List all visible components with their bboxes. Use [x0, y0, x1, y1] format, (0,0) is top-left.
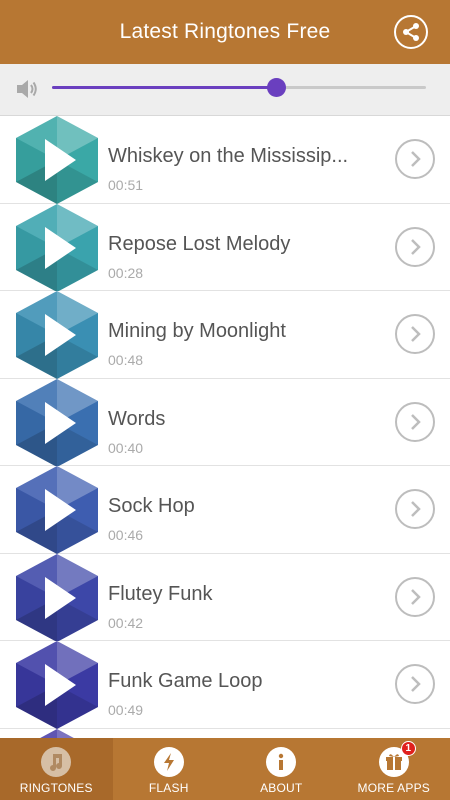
ringtone-row[interactable]: Repose Lost Melody 00:28: [0, 202, 450, 294]
play-icon[interactable]: [12, 116, 102, 206]
chevron-right-button[interactable]: [395, 139, 435, 179]
play-icon[interactable]: [12, 464, 102, 556]
ringtone-duration: 00:40: [108, 439, 144, 456]
ringtone-title: Whiskey on the Mississip...: [108, 145, 349, 167]
ringtone-title: Flutey Funk: [108, 582, 213, 605]
chevron-right-button[interactable]: [395, 664, 435, 704]
volume-slider-thumb[interactable]: [267, 78, 287, 97]
play-icon[interactable]: [12, 289, 102, 381]
chevron-right-icon: [411, 413, 421, 430]
chevron-right-icon: [411, 676, 421, 692]
volume-bar: [0, 64, 450, 116]
ringtone-row[interactable]: Whiskey on the Mississip... 00:51: [0, 116, 450, 204]
volume-slider[interactable]: [52, 78, 426, 97]
ringtone-row[interactable]: Flutey Funk 00:42: [0, 552, 450, 644]
chevron-right-icon: [411, 588, 421, 605]
nav-label-about: ABOUT: [260, 781, 303, 795]
ringtone-title: Repose Lost Melody: [108, 232, 291, 255]
info-icon: [279, 753, 284, 770]
share-icon: [403, 23, 419, 41]
ringtone-duration: 00:51: [108, 177, 144, 193]
ringtone-title: Words: [108, 407, 166, 430]
ringtone-duration: 00:46: [108, 527, 144, 543]
play-icon[interactable]: [12, 202, 102, 294]
nav-label-flash: FLASH: [148, 781, 189, 795]
ringtone-duration: 00:28: [108, 264, 144, 281]
chevron-right-button[interactable]: [395, 226, 435, 267]
play-icon[interactable]: [12, 552, 102, 644]
ringtone-title: Funk Game Loop: [108, 670, 263, 692]
ringtone-row[interactable]: Funk Game Loop 00:49: [0, 641, 450, 729]
bottom-nav: RINGTONES FLASH ABOUT 1 MORE APPS: [0, 738, 450, 800]
ringtone-row[interactable]: Mining by Moonlight 00:48: [0, 291, 450, 379]
nav-item-ringtones[interactable]: RINGTONES: [0, 738, 113, 800]
chevron-right-button[interactable]: [395, 314, 435, 354]
chevron-right-icon: [411, 238, 421, 255]
chevron-right-icon: [411, 326, 421, 342]
chevron-right-icon: [411, 151, 421, 167]
nav-label-more-apps: MORE APPS: [357, 781, 430, 795]
chevron-right-button[interactable]: [395, 401, 435, 442]
ringtone-duration: 00:42: [108, 614, 144, 631]
nav-item-more-apps[interactable]: 1 MORE APPS: [338, 738, 450, 800]
nav-item-flash[interactable]: FLASH: [113, 738, 226, 800]
ringtone-row[interactable]: Words 00:40: [0, 377, 450, 469]
chevron-right-icon: [411, 501, 421, 517]
lightning-icon: [163, 753, 174, 771]
ringtone-row[interactable]: Sock Hop 00:46: [0, 466, 450, 554]
ringtone-list[interactable]: Whiskey on the Mississip... 00:51 Repose L…: [0, 116, 450, 738]
play-icon[interactable]: [12, 377, 102, 469]
app-title: Latest Ringtones Free: [119, 20, 331, 43]
ringtone-duration: 00:48: [108, 352, 144, 368]
share-button[interactable]: [394, 15, 428, 49]
nav-label-ringtones: RINGTONES: [19, 781, 93, 795]
speaker-icon[interactable]: [14, 76, 40, 102]
play-icon[interactable]: [12, 727, 102, 739]
notification-badge: 1: [400, 741, 416, 756]
ringtone-title: Sock Hop: [108, 495, 195, 517]
ringtone-title: Mining by Moonlight: [108, 320, 286, 342]
nav-item-about[interactable]: ABOUT: [225, 738, 338, 800]
music-note-icon: [50, 754, 63, 771]
gift-icon: [385, 754, 402, 770]
app-bar: Latest Ringtones Free: [0, 0, 450, 64]
volume-slider-fill: [52, 86, 277, 89]
play-icon[interactable]: [12, 639, 102, 731]
ringtone-row[interactable]: [0, 727, 450, 739]
ringtone-duration: 00:49: [108, 702, 144, 718]
chevron-right-button[interactable]: [395, 576, 435, 617]
chevron-right-button[interactable]: [395, 489, 435, 529]
